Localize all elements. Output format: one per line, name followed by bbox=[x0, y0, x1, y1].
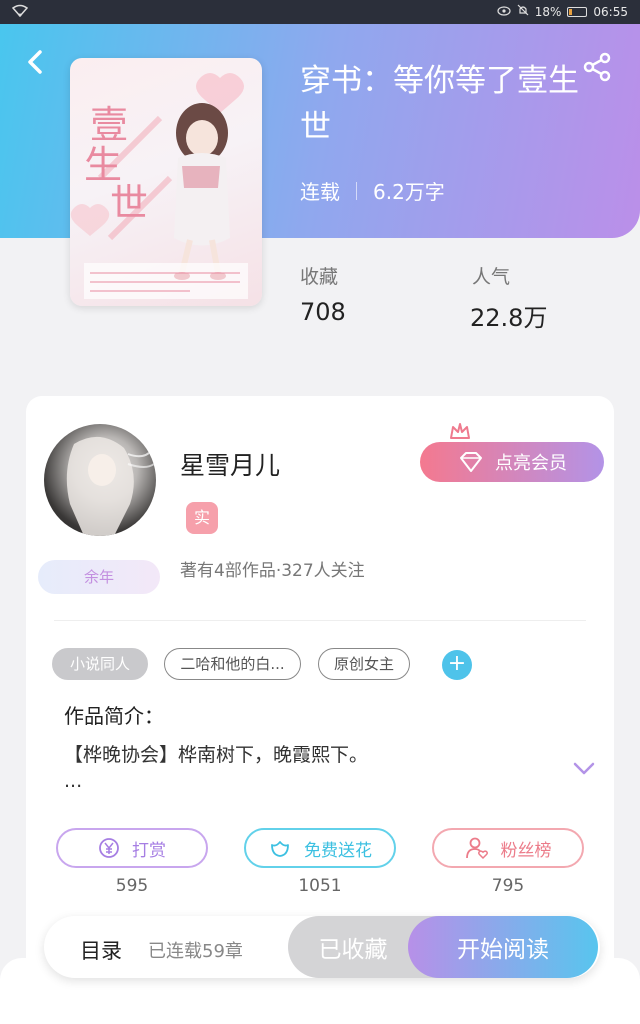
start-reading-button[interactable]: 开始阅读 bbox=[408, 916, 598, 978]
author-avatar[interactable] bbox=[44, 424, 156, 536]
user-heart-icon bbox=[465, 837, 488, 860]
status-bar: 18% 06:55 bbox=[0, 0, 640, 24]
fan-count: 795 bbox=[491, 876, 525, 896]
tag-series[interactable]: 二哈和他的白... bbox=[164, 648, 301, 680]
tag-original-heroine[interactable]: 原创女主 bbox=[318, 648, 410, 680]
toc-button[interactable]: 目录 bbox=[80, 935, 122, 965]
cover-illustration: 壹 生 世 bbox=[70, 73, 248, 299]
expand-intro-button[interactable] bbox=[572, 758, 596, 778]
avatar-illustration bbox=[66, 436, 155, 536]
cover-title-char-1: 壹 bbox=[90, 103, 128, 147]
flower-count: 1051 bbox=[298, 876, 342, 896]
book-cover[interactable]: 壹 生 世 bbox=[70, 58, 262, 306]
author-name[interactable]: 星雪月儿 bbox=[180, 446, 280, 482]
wifi-icon bbox=[11, 4, 29, 22]
book-title: 穿书：等你等了壹生世 bbox=[300, 63, 579, 145]
mute-bell-icon bbox=[517, 4, 529, 19]
fan-ranking-label: 粉丝榜 bbox=[500, 840, 552, 861]
back-button[interactable] bbox=[20, 46, 52, 78]
popularity-count: 22.8万 bbox=[470, 304, 548, 332]
word-count: 6.2万字 bbox=[373, 180, 445, 204]
vip-button-label: 点亮会员 bbox=[495, 453, 567, 474]
favorites-label: 收藏 bbox=[300, 266, 339, 288]
reward-button[interactable]: 打赏 bbox=[56, 828, 208, 868]
start-reading-label: 开始阅读 bbox=[457, 937, 549, 963]
send-flower-button[interactable]: 免费送花 bbox=[244, 828, 396, 868]
battery-percent: 18% bbox=[534, 4, 562, 19]
author-summary: 著有4部作品·327人关注 bbox=[180, 561, 365, 581]
verified-badge: 实 bbox=[186, 502, 218, 534]
favorited-label: 已收藏 bbox=[318, 937, 388, 963]
diamond-icon bbox=[460, 452, 482, 472]
reward-count: 595 bbox=[115, 876, 149, 896]
battery-icon bbox=[567, 6, 588, 17]
clock: 06:55 bbox=[593, 4, 628, 19]
reward-label: 打赏 bbox=[132, 840, 166, 861]
intro-heading: 作品简介： bbox=[64, 704, 164, 728]
yen-coin-icon bbox=[99, 838, 119, 858]
fan-ranking-button[interactable]: 粉丝榜 bbox=[432, 828, 584, 868]
flower-icon bbox=[271, 841, 289, 857]
favorites-count: 708 bbox=[300, 298, 346, 326]
chevron-down-icon bbox=[573, 762, 595, 775]
book-meta: 连载 6.2万字 bbox=[300, 176, 445, 205]
author-badge: 余年 bbox=[38, 560, 160, 594]
send-flower-label: 免费送花 bbox=[304, 840, 372, 861]
intro-text: 【桦晚协会】桦南树下，晚霞熙下。 bbox=[64, 744, 369, 766]
eye-icon bbox=[497, 5, 511, 19]
plus-icon: + bbox=[447, 651, 467, 676]
cover-title-char-3: 世 bbox=[110, 181, 148, 225]
meta-divider bbox=[356, 181, 357, 200]
popularity-label: 人气 bbox=[472, 266, 511, 288]
crown-icon bbox=[448, 420, 472, 442]
add-tag-button[interactable]: + bbox=[442, 650, 472, 680]
section-divider bbox=[54, 620, 586, 621]
back-arrow-icon bbox=[28, 50, 42, 74]
vip-button[interactable]: 点亮会员 bbox=[420, 442, 604, 482]
chapter-count[interactable]: 已连载59章 bbox=[148, 937, 243, 963]
tag-fanfic[interactable]: 小说同人 bbox=[52, 648, 148, 680]
serial-status: 连载 bbox=[300, 180, 340, 204]
intro-ellipsis: ... bbox=[64, 770, 83, 792]
